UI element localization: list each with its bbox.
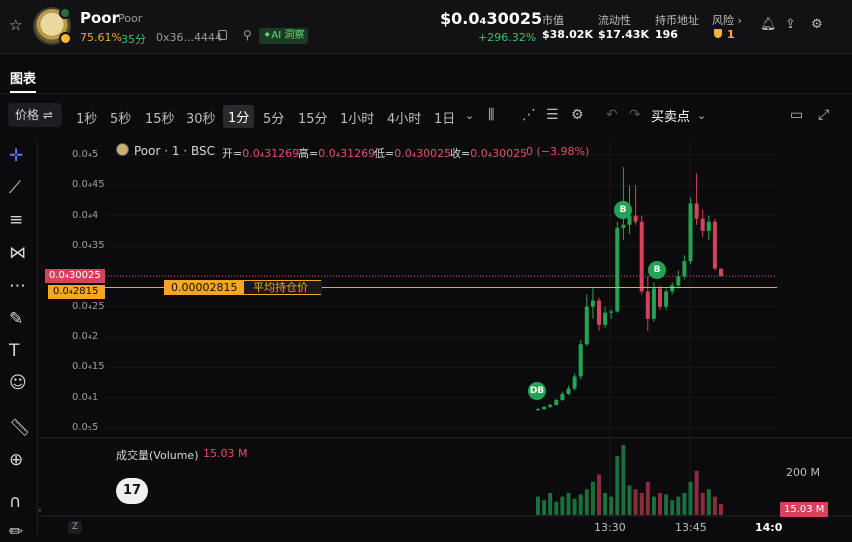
- candle-body: [676, 276, 681, 286]
- volume-bar: [633, 489, 638, 515]
- volume-bar: [621, 445, 626, 515]
- current-price-tag: 0.0₄30025: [45, 269, 105, 283]
- candle-body: [536, 409, 540, 411]
- candle-body: [548, 404, 553, 407]
- price-tick: 0.0₄4: [72, 209, 99, 221]
- volume-tag: 15.03 M: [780, 502, 828, 517]
- volume-value: 15.03 M: [203, 447, 248, 460]
- candle-body: [651, 288, 656, 319]
- candle-body: [615, 227, 620, 312]
- legend-close: 收=0.0₄30025: [450, 147, 528, 160]
- volume-bar: [651, 496, 656, 515]
- price-tick: 0.0₄1: [72, 391, 99, 403]
- volume-bar: [566, 492, 571, 515]
- volume-bar: [554, 501, 559, 515]
- candle-body: [572, 376, 577, 389]
- volume-bar: [664, 494, 669, 515]
- volume-bar: [688, 481, 693, 515]
- timezone-button[interactable]: Z: [68, 521, 82, 534]
- volume-bar: [578, 494, 583, 515]
- candle-body: [682, 261, 687, 277]
- volume-bar: [627, 485, 632, 515]
- volume-bar: [700, 492, 705, 515]
- legend-change: 0 (−3.98%): [526, 145, 590, 158]
- volume-bar: [560, 496, 565, 515]
- volume-bar: [603, 492, 608, 515]
- candle-body: [700, 218, 705, 231]
- avg-price-tag: 0.0₄2815: [48, 285, 105, 299]
- price-tick: 0.0₄5: [72, 149, 99, 160]
- token-logo: [116, 143, 129, 156]
- candle-body: [560, 394, 565, 401]
- volume-bar: [706, 489, 711, 515]
- candle-body: [719, 268, 723, 277]
- legend-open: 开=0.0₄31269: [222, 147, 300, 160]
- volume-bar: [597, 474, 601, 515]
- time-tick: 13:30: [594, 521, 626, 534]
- candle-body: [639, 221, 644, 292]
- volume-bar: [536, 496, 540, 515]
- legend-high: 高=0.0₄31269: [298, 147, 376, 160]
- candle-body: [603, 312, 608, 325]
- volume-bar: [572, 498, 577, 515]
- candle-body: [645, 291, 650, 319]
- legend-low: 低=0.0₄30025: [374, 147, 452, 160]
- candle-body: [621, 224, 626, 228]
- volume-bars: [536, 445, 723, 515]
- volume-bar: [676, 496, 681, 515]
- avg-position-text: 平均持仓价: [243, 281, 322, 294]
- candle-body: [609, 311, 614, 313]
- volume-bar: [694, 470, 699, 515]
- avg-position-value: 0.00002815: [171, 281, 238, 294]
- candle-body: [578, 344, 583, 377]
- volume-bar: [590, 481, 595, 515]
- candle-body: [658, 288, 662, 307]
- time-tick: 14:0: [755, 521, 783, 534]
- marker-db[interactable]: DB: [528, 382, 546, 400]
- price-tick: 0.0₄35: [72, 240, 105, 251]
- volume-bar: [682, 492, 687, 515]
- avg-position-label[interactable]: 0.00002815 平均持仓价: [164, 280, 322, 295]
- price-tick: 0.0₄25: [72, 300, 105, 312]
- volume-bar: [548, 492, 553, 515]
- candle-body: [597, 300, 601, 325]
- volume-bar: [542, 500, 547, 515]
- volume-bar: [719, 503, 723, 515]
- candle-body: [670, 285, 675, 292]
- candle-body: [694, 203, 699, 219]
- candle-body: [554, 400, 559, 405]
- marker-buy-2[interactable]: B: [648, 261, 666, 279]
- volume-bar: [639, 492, 644, 515]
- volume-label: 成交量(Volume): [116, 449, 199, 462]
- volume-bar: [615, 456, 620, 515]
- candle-body: [542, 406, 547, 410]
- candle-body: [633, 215, 638, 222]
- volume-bar: [658, 492, 662, 515]
- volume-bar: [645, 481, 650, 515]
- tradingview-logo[interactable]: 17: [116, 478, 148, 504]
- price-tick: 0.0₄15: [72, 361, 105, 373]
- candle-body: [584, 306, 589, 345]
- time-tick: 13:45: [675, 521, 707, 534]
- candle-body: [590, 300, 595, 307]
- volume-bar: [712, 496, 717, 515]
- legend-title: Poor · 1 · BSC: [134, 144, 215, 158]
- candle-body: [688, 203, 693, 262]
- volume-bar: [584, 489, 589, 515]
- marker-buy-1[interactable]: B: [614, 201, 632, 219]
- volume-bar: [609, 496, 614, 515]
- price-tick: 0.0₅5: [72, 422, 99, 433]
- candle-body: [706, 221, 711, 231]
- candle-body: [712, 221, 717, 269]
- candle-body: [664, 291, 669, 307]
- price-tick: 0.0₄45: [72, 179, 105, 191]
- candle-body: [566, 388, 571, 395]
- price-tick: 0.0₄2: [72, 331, 99, 342]
- volume-bar: [670, 500, 675, 515]
- volume-axis-tick: 200 M: [786, 466, 820, 479]
